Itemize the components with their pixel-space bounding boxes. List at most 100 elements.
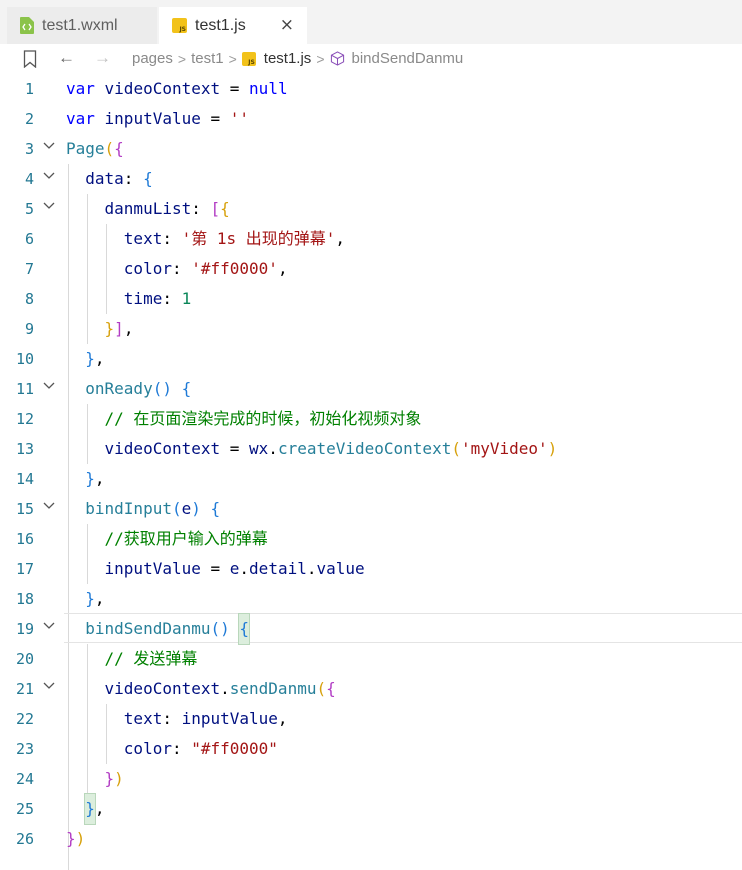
code-text: }) — [66, 829, 86, 848]
line-number: 5 — [24, 200, 34, 218]
back-arrow-icon[interactable]: ← — [58, 48, 75, 68]
line-number: 10 — [15, 350, 34, 368]
tab-bar: test1.wxml JS test1.js × — [0, 0, 742, 44]
code-line[interactable]: 23 color: "#ff0000" — [0, 734, 742, 764]
code-line[interactable]: 2 var inputValue = '' — [0, 104, 742, 134]
code-line[interactable]: 20 // 发送弹幕 — [0, 644, 742, 674]
breadcrumb-item-file[interactable]: test1.js — [264, 50, 312, 67]
code-line[interactable]: 8 time: 1 — [0, 284, 742, 314]
code-text: }) — [104, 769, 124, 788]
breadcrumb-bar: ← → pages > test1 > JS test1.js > bindSe… — [0, 44, 742, 74]
line-number: 12 — [15, 410, 34, 428]
code-line[interactable]: 6 text: '第 1s 出现的弹幕', — [0, 224, 742, 254]
code-line[interactable]: 9 }], — [0, 314, 742, 344]
code-line[interactable]: 1 var videoContext = null — [0, 74, 742, 104]
line-number: 22 — [15, 710, 34, 728]
close-tab-icon[interactable]: × — [280, 16, 294, 34]
code-text: bindInput(e) { — [85, 499, 221, 518]
line-number: 15 — [15, 500, 34, 518]
code-line[interactable]: 4 data: { — [0, 164, 742, 194]
breadcrumb-separator: > — [316, 50, 325, 67]
breadcrumb-separator: > — [177, 50, 187, 67]
line-number: 7 — [24, 260, 34, 278]
chevron-down-icon[interactable] — [42, 171, 56, 181]
wxml-file-icon — [20, 17, 34, 34]
tab-label: test1.wxml — [42, 16, 118, 34]
code-text: color: "#ff0000" — [123, 739, 278, 758]
code-text: }, — [85, 349, 105, 368]
tab-label: test1.js — [195, 16, 246, 34]
code-line[interactable]: 14 }, — [0, 464, 742, 494]
bookmark-icon[interactable] — [23, 50, 37, 68]
code-text: Page({ — [66, 139, 124, 158]
js-file-icon: JS — [241, 51, 256, 66]
code-line[interactable]: 16 //获取用户输入的弹幕 — [0, 524, 742, 554]
line-number: 2 — [24, 110, 34, 128]
chevron-down-icon[interactable] — [42, 141, 56, 151]
code-line[interactable]: 12 // 在页面渲染完成的时候，初始化视频对象 — [0, 404, 742, 434]
code-text: // 发送弹幕 — [104, 649, 198, 668]
code-text: inputValue = e.detail.value — [104, 559, 365, 578]
code-text: videoContext = wx.createVideoContext('my… — [104, 439, 558, 458]
chevron-down-icon[interactable] — [42, 621, 56, 631]
line-number: 17 — [15, 560, 34, 578]
line-number: 1 — [24, 80, 34, 98]
code-line[interactable]: 15 bindInput(e) { — [0, 494, 742, 524]
code-line[interactable]: 26 }) — [0, 824, 742, 854]
code-text: var videoContext = null — [66, 79, 288, 98]
method-cube-icon — [330, 51, 344, 66]
code-text: danmuList: [{ — [104, 199, 230, 218]
code-text: videoContext.sendDanmu({ — [104, 679, 336, 698]
code-line[interactable]: 19 bindSendDanmu() { — [0, 613, 742, 645]
line-number: 4 — [24, 170, 34, 188]
matched-bracket: } — [84, 793, 96, 825]
code-line[interactable]: 21 videoContext.sendDanmu({ — [0, 674, 742, 704]
breadcrumb: pages > test1 > JS test1.js > bindSendDa… — [132, 50, 463, 67]
line-number: 26 — [15, 830, 34, 848]
line-number: 9 — [24, 320, 34, 338]
forward-arrow-icon[interactable]: → — [94, 48, 111, 68]
code-line[interactable]: 24 }) — [0, 764, 742, 794]
code-line[interactable]: 25 }, — [0, 793, 742, 825]
code-text: }, — [85, 469, 105, 488]
line-number: 24 — [15, 770, 34, 788]
code-text: //获取用户输入的弹幕 — [104, 529, 268, 548]
code-line[interactable]: 22 text: inputValue, — [0, 704, 742, 734]
chevron-down-icon[interactable] — [42, 201, 56, 211]
code-line[interactable]: 3 Page({ — [0, 134, 742, 164]
line-number: 3 — [24, 140, 34, 158]
code-text: text: inputValue, — [123, 709, 288, 728]
code-line[interactable]: 18 }, — [0, 584, 742, 614]
line-number: 6 — [24, 230, 34, 248]
code-text: text: '第 1s 出现的弹幕', — [123, 229, 346, 248]
js-file-icon: JS — [172, 18, 187, 33]
code-line[interactable]: 13 videoContext = wx.createVideoContext(… — [0, 434, 742, 464]
breadcrumb-separator: > — [228, 50, 237, 67]
breadcrumb-item-test1[interactable]: test1 — [191, 50, 224, 67]
line-number: 13 — [15, 440, 34, 458]
chevron-down-icon[interactable] — [42, 681, 56, 691]
line-number: 19 — [15, 620, 34, 638]
code-line[interactable]: 10 }, — [0, 344, 742, 374]
code-line[interactable]: 17 inputValue = e.detail.value — [0, 554, 742, 584]
code-line[interactable]: 7 color: '#ff0000', — [0, 254, 742, 284]
tab-test1-js[interactable]: JS test1.js × — [159, 7, 307, 44]
breadcrumb-item-method[interactable]: bindSendDanmu — [352, 50, 464, 67]
line-number: 11 — [15, 380, 34, 398]
line-number: 21 — [15, 680, 34, 698]
code-line[interactable]: 11 onReady() { — [0, 374, 742, 404]
line-number: 16 — [15, 530, 34, 548]
code-text: }, — [66, 793, 105, 825]
code-text: var inputValue = '' — [66, 109, 250, 128]
matched-bracket: { — [238, 613, 251, 645]
chevron-down-icon[interactable] — [42, 501, 56, 511]
code-line[interactable]: 5 danmuList: [{ — [0, 194, 742, 224]
code-text: }, — [85, 589, 105, 608]
line-number: 18 — [15, 590, 34, 608]
tab-test1-wxml[interactable]: test1.wxml — [7, 7, 157, 44]
chevron-down-icon[interactable] — [42, 381, 56, 391]
code-text: data: { — [85, 169, 153, 188]
code-editor[interactable]: 1 var videoContext = null 2 var inputVal… — [0, 74, 742, 870]
breadcrumb-item-pages[interactable]: pages — [132, 50, 173, 67]
code-text: }], — [104, 319, 134, 338]
